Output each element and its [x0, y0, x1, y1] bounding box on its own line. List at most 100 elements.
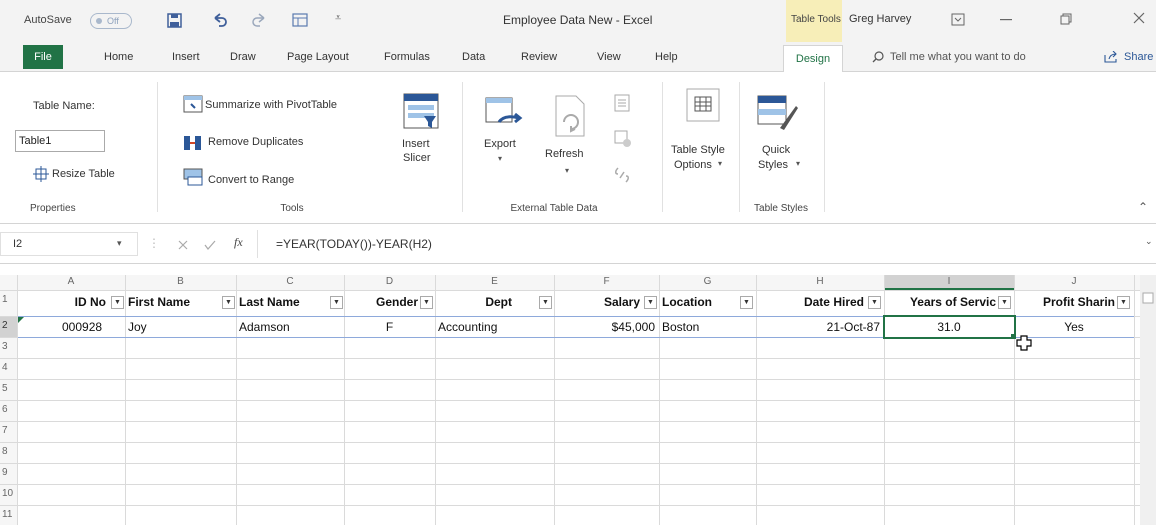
filter-dropdown-icon[interactable]: ▼	[740, 296, 753, 309]
tab-review[interactable]: Review	[521, 51, 557, 63]
quick-styles-label-1[interactable]: Quick	[762, 144, 790, 156]
qat-customize-icon[interactable]: ⩡	[335, 12, 341, 25]
tab-page-layout[interactable]: Page Layout	[287, 51, 349, 63]
table-style-options-dropdown-icon[interactable]: ▾	[718, 159, 722, 168]
row-header-9[interactable]: 9	[2, 467, 8, 478]
collapse-ribbon-icon[interactable]: ⌃	[1138, 200, 1148, 214]
cell-d2[interactable]: F	[344, 320, 435, 334]
resize-table-button[interactable]: Resize Table	[52, 168, 115, 180]
row-header-4[interactable]: 4	[2, 362, 8, 373]
filter-dropdown-icon[interactable]: ▼	[111, 296, 124, 309]
column-header-a[interactable]: A	[17, 276, 125, 287]
tab-formulas[interactable]: Formulas	[384, 51, 430, 63]
header-cell-profit-sharing[interactable]: Profit Sharin	[1017, 295, 1117, 309]
column-header-e[interactable]: E	[435, 276, 554, 287]
row-header-3[interactable]: 3	[2, 341, 8, 352]
export-dropdown-icon[interactable]: ▾	[498, 154, 502, 163]
row-header-7[interactable]: 7	[2, 425, 8, 436]
filter-dropdown-icon[interactable]: ▼	[420, 296, 433, 309]
quick-styles-dropdown-icon[interactable]: ▾	[796, 159, 800, 168]
table-name-input[interactable]: Table1	[15, 130, 105, 152]
cell-a2[interactable]: 000928	[62, 320, 102, 334]
header-cell-dept[interactable]: Dept	[438, 295, 528, 309]
cell-h2[interactable]: 21-Oct-87	[758, 320, 880, 334]
convert-to-range-button[interactable]: Convert to Range	[208, 174, 294, 186]
filter-dropdown-icon[interactable]: ▼	[330, 296, 343, 309]
column-header-h[interactable]: H	[756, 276, 884, 287]
column-header-j[interactable]: J	[1014, 276, 1134, 287]
properties-icon[interactable]	[614, 94, 630, 112]
tab-view[interactable]: View	[597, 51, 621, 63]
cell-g2[interactable]: Boston	[662, 320, 699, 334]
name-box-dropdown-icon[interactable]: ▾	[117, 238, 122, 249]
row-header-11[interactable]: 11	[2, 509, 12, 520]
formula-input[interactable]: =YEAR(TODAY())-YEAR(H2)	[276, 237, 432, 251]
cell-i2-selected[interactable]: 31.0	[884, 320, 1014, 334]
form-icon[interactable]	[292, 13, 308, 27]
close-icon[interactable]	[1133, 12, 1145, 24]
tell-me-search[interactable]: Tell me what you want to do	[890, 51, 1026, 63]
table-style-options-label-1[interactable]: Table Style	[671, 144, 725, 156]
header-cell-gender[interactable]: Gender	[350, 295, 420, 309]
tab-help[interactable]: Help	[655, 51, 678, 63]
summarize-pivot-button[interactable]: Summarize with PivotTable	[205, 99, 337, 111]
filter-dropdown-icon[interactable]: ▼	[868, 296, 881, 309]
cell-e2[interactable]: Accounting	[438, 320, 497, 334]
cancel-edit-icon[interactable]	[178, 240, 188, 250]
filter-dropdown-icon[interactable]: ▼	[644, 296, 657, 309]
tab-home[interactable]: Home	[104, 51, 133, 63]
header-cell-location[interactable]: Location	[662, 295, 738, 309]
column-header-i[interactable]: I	[884, 276, 1014, 287]
header-cell-id-no[interactable]: ID No	[30, 295, 110, 309]
filter-dropdown-icon[interactable]: ▼	[998, 296, 1011, 309]
tab-design[interactable]: Design	[783, 45, 843, 72]
cell-f2[interactable]: $45,000	[556, 320, 655, 334]
tab-file[interactable]: File	[23, 45, 63, 69]
redo-icon[interactable]	[252, 12, 268, 28]
cell-c2[interactable]: Adamson	[239, 320, 290, 334]
refresh-dropdown-icon[interactable]: ▾	[565, 166, 569, 175]
header-cell-last-name[interactable]: Last Name	[239, 295, 327, 309]
filter-dropdown-icon[interactable]: ▼	[539, 296, 552, 309]
header-cell-years-of-service[interactable]: Years of Servic	[888, 295, 998, 309]
row-header-5[interactable]: 5	[2, 383, 8, 394]
row-header-10[interactable]: 10	[2, 488, 13, 499]
save-icon[interactable]	[167, 13, 182, 28]
restore-icon[interactable]	[1060, 13, 1072, 25]
header-cell-date-hired[interactable]: Date Hired	[760, 295, 868, 309]
remove-duplicates-button[interactable]: Remove Duplicates	[208, 136, 303, 148]
minimize-icon[interactable]	[1000, 19, 1012, 21]
expand-formula-bar-icon[interactable]: ⌄	[1145, 236, 1153, 247]
share-button[interactable]: Share	[1124, 51, 1153, 63]
table-style-options-label-2[interactable]: Options	[674, 159, 712, 171]
user-name[interactable]: Greg Harvey	[849, 13, 911, 25]
insert-function-icon[interactable]: fx	[234, 235, 243, 250]
column-header-g[interactable]: G	[659, 276, 756, 287]
undo-icon[interactable]	[211, 12, 227, 28]
column-header-b[interactable]: B	[125, 276, 236, 287]
row-header-6[interactable]: 6	[2, 404, 8, 415]
quick-styles-label-2[interactable]: Styles	[758, 159, 788, 171]
confirm-edit-icon[interactable]	[204, 240, 216, 250]
cell-b2[interactable]: Joy	[128, 320, 147, 334]
filter-dropdown-icon[interactable]: ▼	[222, 296, 235, 309]
unlink-icon[interactable]	[614, 166, 630, 184]
insert-slicer-label-1[interactable]: Insert	[402, 138, 430, 150]
row-header-8[interactable]: 8	[2, 446, 8, 457]
tab-data[interactable]: Data	[462, 51, 485, 63]
export-button[interactable]: Export	[484, 138, 516, 150]
tab-insert[interactable]: Insert	[172, 51, 200, 63]
row-header-2[interactable]: 2	[2, 320, 8, 331]
column-header-f[interactable]: F	[554, 276, 659, 287]
autosave-toggle[interactable]: Off	[90, 13, 132, 29]
filter-dropdown-icon[interactable]: ▼	[1117, 296, 1130, 309]
row-header-1[interactable]: 1	[2, 294, 8, 305]
column-header-d[interactable]: D	[344, 276, 435, 287]
insert-slicer-label-2[interactable]: Slicer	[403, 152, 431, 164]
worksheet-grid[interactable]: A B C D E F G H I J 1 2 3 4 5 6 7 8 9 10…	[0, 275, 1156, 525]
header-cell-first-name[interactable]: First Name	[128, 295, 222, 309]
ribbon-display-options-icon[interactable]	[951, 13, 965, 27]
cell-j2[interactable]: Yes	[1014, 320, 1134, 334]
header-cell-salary[interactable]: Salary	[557, 295, 644, 309]
open-in-browser-icon[interactable]	[614, 130, 632, 148]
